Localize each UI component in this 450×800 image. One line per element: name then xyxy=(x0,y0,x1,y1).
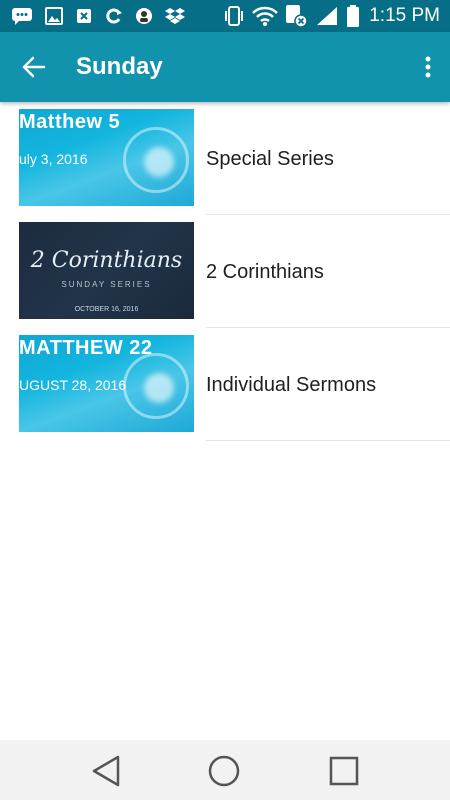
sim-icon xyxy=(284,5,310,28)
thumbnail-date: OCTOBER 16, 2016 xyxy=(74,306,139,313)
dropbox-icon xyxy=(164,6,186,26)
vibrate-icon xyxy=(222,6,246,26)
message-icon xyxy=(10,6,34,26)
thumbnail-glow xyxy=(144,373,174,403)
series-thumbnail: 2 Corinthians SUNDAY SERIES OCTOBER 16, … xyxy=(19,222,194,319)
list-item-special-series[interactable]: Matthew 5 uly 3, 2016 Special Series xyxy=(0,102,450,215)
more-vert-icon xyxy=(425,56,431,78)
overflow-menu-button[interactable] xyxy=(420,49,436,85)
wifi-icon xyxy=(252,6,278,26)
thumbnail-glow xyxy=(144,147,174,177)
list-item-2-corinthians[interactable]: 2 Corinthians SUNDAY SERIES OCTOBER 16, … xyxy=(0,215,450,328)
status-bar: 1:15 PM xyxy=(0,0,450,32)
thumbnail-title: Matthew 5 xyxy=(19,111,121,133)
thumbnail-date: uly 3, 2016 xyxy=(19,151,88,167)
nav-back-icon xyxy=(92,755,120,787)
navigation-bar xyxy=(0,740,450,800)
thumbnail-subtitle: SUNDAY SERIES xyxy=(61,280,152,289)
signal-icon xyxy=(314,6,340,26)
list-item-label: 2 Corinthians xyxy=(206,261,324,283)
app-avatar-icon xyxy=(134,6,154,26)
series-thumbnail: MATTHEW 22 UGUST 28, 2016 xyxy=(19,335,194,432)
screen: 1:15 PM Sunday Matthew 5 uly 3, 2016 Spe… xyxy=(0,0,450,800)
list-item-individual-sermons[interactable]: MATTHEW 22 UGUST 28, 2016 Individual Ser… xyxy=(0,328,450,441)
list-item-label: Individual Sermons xyxy=(206,374,377,396)
nav-recents-icon xyxy=(329,756,359,786)
nav-back-button[interactable] xyxy=(88,753,124,789)
series-thumbnail: Matthew 5 uly 3, 2016 xyxy=(19,109,194,206)
thumbnail-date: UGUST 28, 2016 xyxy=(19,377,127,393)
divider xyxy=(206,440,450,441)
page-title: Sunday xyxy=(76,53,163,80)
thumbnail-title: MATTHEW 22 xyxy=(19,337,153,359)
app-x-icon xyxy=(74,6,94,26)
series-list: Matthew 5 uly 3, 2016 Special Series 2 C… xyxy=(0,102,450,441)
back-button[interactable] xyxy=(14,49,54,85)
thumbnail-title: 2 Corinthians xyxy=(30,248,183,273)
battery-icon xyxy=(344,5,362,27)
nav-home-icon xyxy=(208,755,240,787)
status-time: 1:15 PM xyxy=(369,5,440,26)
image-icon xyxy=(44,6,64,26)
sync-icon xyxy=(104,6,124,26)
arrow-back-icon xyxy=(22,56,46,78)
list-item-label: Special Series xyxy=(206,148,334,170)
app-bar: Sunday xyxy=(0,32,450,102)
nav-recents-button[interactable] xyxy=(326,753,362,789)
nav-home-button[interactable] xyxy=(206,753,242,789)
